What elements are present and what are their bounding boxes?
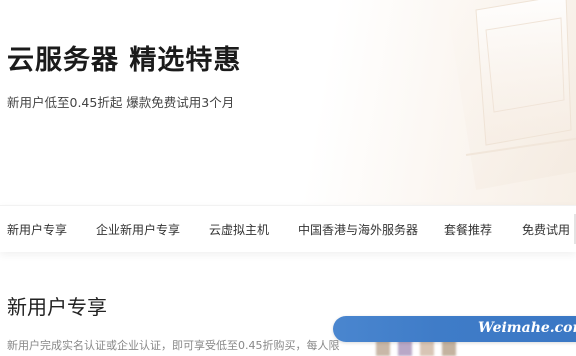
section-title: 新用户专享	[7, 295, 107, 319]
hero-title: 云服务器 精选特惠	[7, 45, 242, 76]
tab-new-user-exclusive[interactable]: 新用户专享	[7, 221, 67, 238]
hero-banner: 云服务器 精选特惠 新用户低至0.45折起 爆款免费试用3个月	[0, 0, 576, 205]
tab-package-recommendations[interactable]: 套餐推荐	[444, 221, 492, 238]
category-tab-bar: 新用户专享 企业新用户专享 云虚拟主机 中国香港与海外服务器 套餐推荐 免费试用	[0, 205, 576, 252]
hero-decoration-graphic	[446, 0, 576, 190]
section-description: 新用户完成实名认证或企业认证，即可享受低至0.45折购买，每人限	[7, 339, 340, 352]
tab-hongkong-overseas-servers[interactable]: 中国香港与海外服务器	[298, 221, 418, 238]
page: 云服务器 精选特惠 新用户低至0.45折起 爆款免费试用3个月 新用户专享 企业…	[0, 0, 576, 356]
pixelated-image	[398, 340, 412, 356]
site-watermark: Weimahe.com	[333, 316, 576, 342]
watermark-text: Weimahe.com	[478, 320, 576, 336]
pixelated-image	[376, 340, 390, 356]
tab-enterprise-new-user[interactable]: 企业新用户专享	[96, 221, 180, 238]
hero-subtitle: 新用户低至0.45折起 爆款免费试用3个月	[7, 95, 235, 110]
tab-free-trial[interactable]: 免费试用	[522, 221, 570, 238]
pixelated-image	[420, 340, 434, 356]
tab-virtual-host[interactable]: 云虚拟主机	[209, 221, 269, 238]
pixelated-image	[442, 340, 456, 356]
